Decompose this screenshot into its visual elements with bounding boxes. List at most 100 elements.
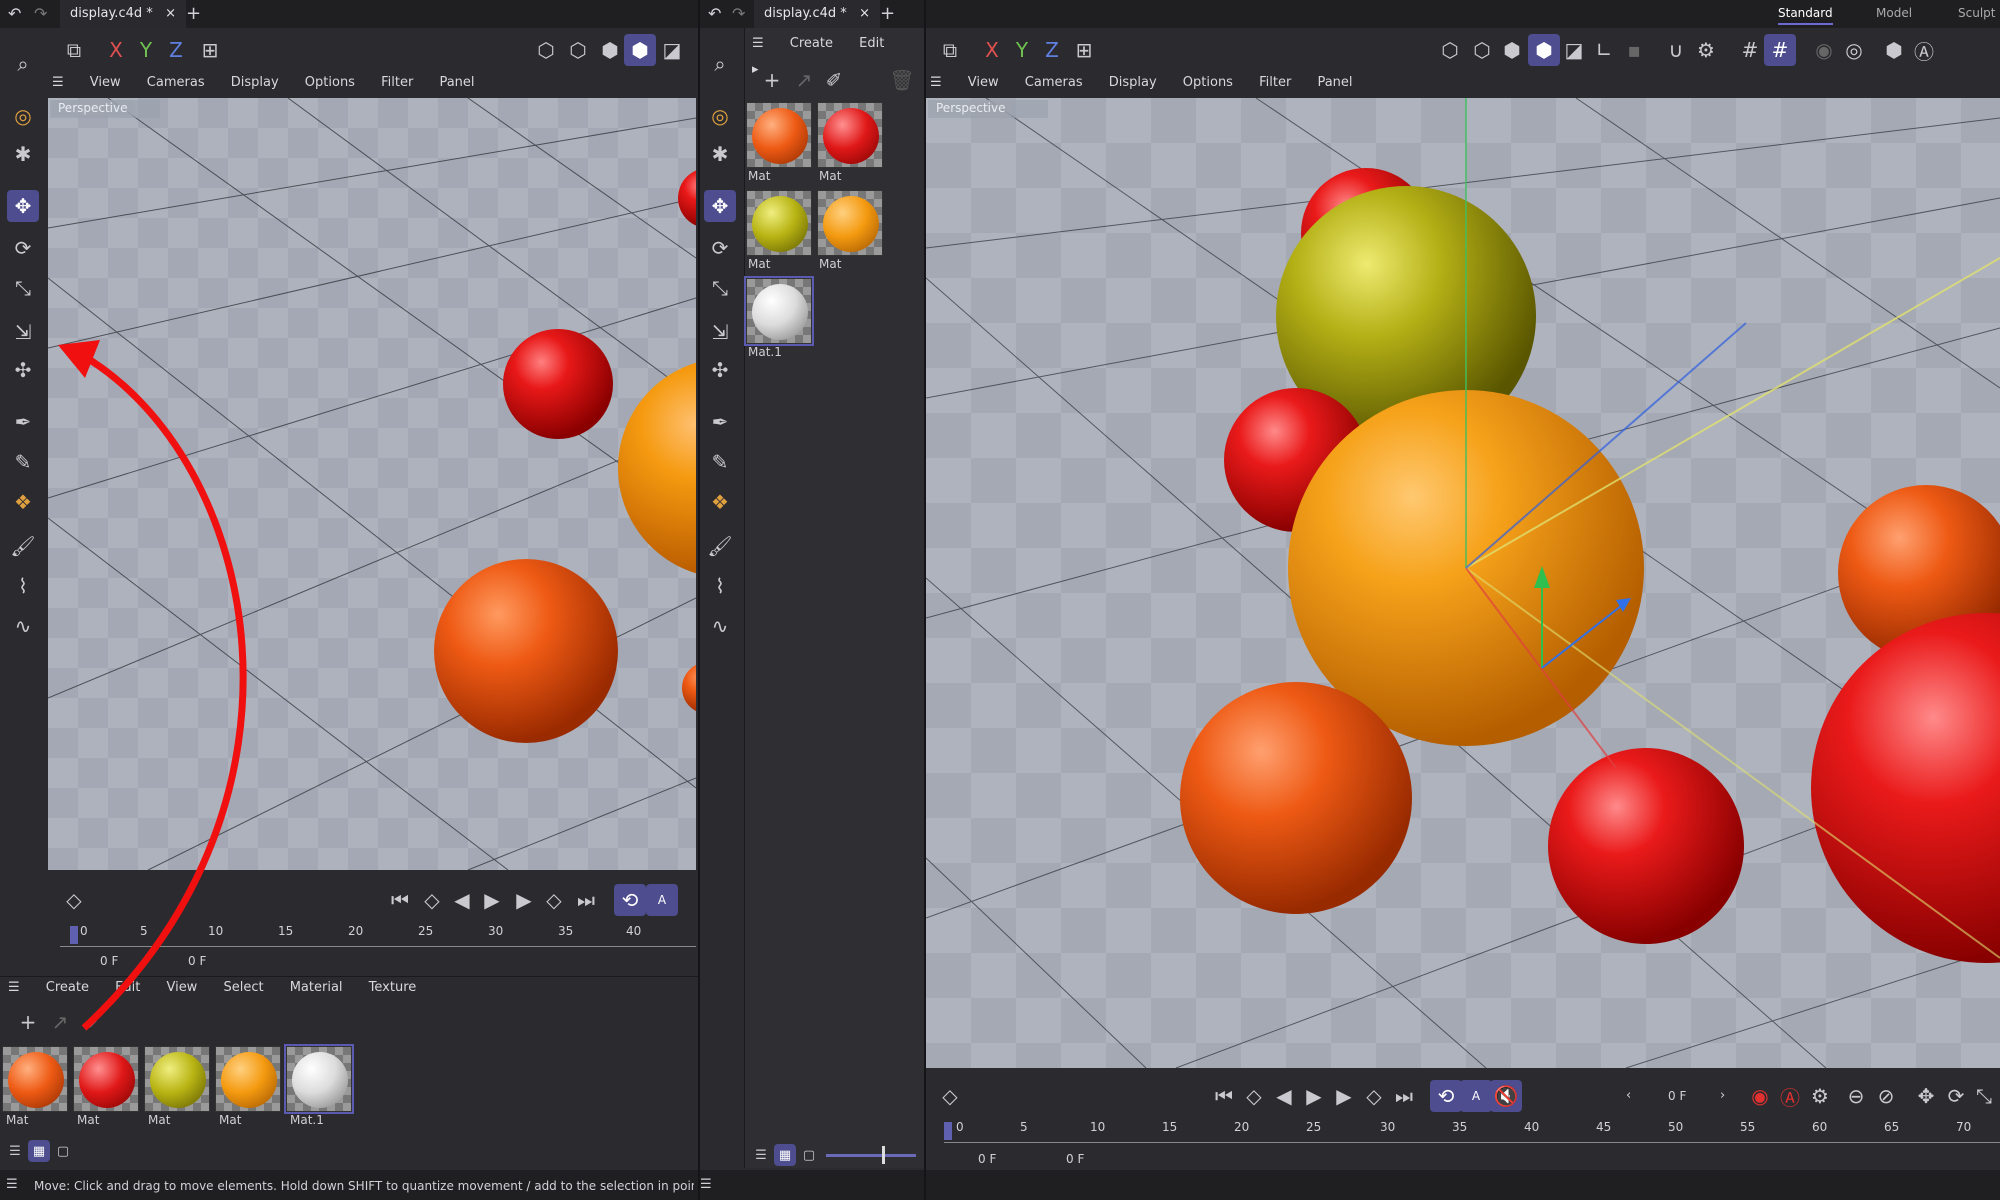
edge-mode-icon[interactable]: ⬡ (1466, 34, 1498, 66)
go-to-end-icon[interactable]: ⏭ (1388, 1080, 1420, 1112)
loop-icon[interactable]: ⟲ (1430, 1080, 1462, 1112)
sketch-icon[interactable]: ∿ (704, 610, 736, 642)
layout-tab-standard[interactable]: Standard (1778, 6, 1833, 25)
tick-label: 0 (956, 1120, 964, 1134)
scale-tool-icon[interactable]: ⤡ (704, 272, 736, 304)
texture-mode-icon[interactable]: ◪ (1558, 34, 1590, 66)
playhead[interactable] (944, 1122, 952, 1140)
arrow-icon[interactable]: ↗ (788, 64, 820, 96)
polygon-mode-icon[interactable]: ⬢ (1496, 34, 1528, 66)
next-key-icon[interactable]: ◇ (1358, 1080, 1390, 1112)
render-view-icon[interactable]: ⬢ (1878, 34, 1910, 66)
hamburger-icon[interactable]: ☰ (752, 36, 764, 51)
move-tool-icon[interactable]: ✥ (704, 190, 736, 222)
record-icon[interactable]: ◉ (1744, 1080, 1776, 1112)
undo-icon[interactable]: ↶ (708, 4, 721, 23)
solo-icon[interactable]: ▪ (1618, 34, 1650, 66)
next-frame-icon[interactable]: ▶ (1328, 1080, 1360, 1112)
layout-tab-sculpt[interactable]: Sculpt (1958, 6, 1995, 20)
max-frame-field[interactable]: 0 F (1066, 1152, 1084, 1166)
auto-key-icon[interactable]: A (1460, 1080, 1492, 1112)
play-icon[interactable]: ▶ (1298, 1080, 1330, 1112)
close-tab-icon[interactable]: × (859, 6, 870, 21)
large-view-icon[interactable]: ▢ (798, 1144, 820, 1166)
menu-filter[interactable]: Filter (1259, 75, 1291, 90)
snap-grid-icon[interactable]: # (1764, 34, 1796, 66)
camera-icon[interactable]: ⧉ (934, 34, 966, 66)
material-ball (752, 284, 808, 340)
render-picture-icon[interactable]: Ⓐ (1908, 34, 1940, 66)
material-swatch[interactable] (817, 102, 883, 168)
zoom-slider-handle[interactable] (882, 1146, 885, 1164)
add-icon[interactable]: + (756, 64, 788, 96)
prev-frame-icon[interactable]: ◀ (1268, 1080, 1300, 1112)
prev-key-icon[interactable]: ◇ (1238, 1080, 1270, 1112)
menu-display[interactable]: Display (1109, 75, 1157, 90)
coordinate-system-icon[interactable]: ⊞ (1068, 34, 1100, 66)
list-view-icon[interactable]: ☰ (750, 1144, 772, 1166)
axis-mode-icon[interactable]: ∟ (1588, 34, 1620, 66)
autokey-record-icon[interactable]: Ⓐ (1774, 1080, 1806, 1112)
right-viewport[interactable]: Perspective (926, 98, 2000, 1068)
menu-cameras[interactable]: Cameras (1025, 75, 1083, 90)
material-swatch[interactable] (817, 190, 883, 256)
point-mode-icon[interactable]: ⬡ (1434, 34, 1466, 66)
material-swatch[interactable] (746, 102, 812, 168)
knife-icon[interactable]: ⌇ (704, 570, 736, 602)
cubes-icon[interactable]: ❖ (704, 486, 736, 518)
tab-document[interactable]: display.c4d * × (754, 0, 881, 28)
brush-icon[interactable]: 🖌 (704, 530, 736, 562)
hamburger-icon[interactable]: ☰ (930, 75, 942, 90)
keyframe-icon[interactable]: ◇ (934, 1080, 966, 1112)
tick-label: 65 (1884, 1120, 1900, 1134)
add-tab-icon[interactable]: + (880, 3, 895, 24)
x-axis-button[interactable]: X (976, 34, 1008, 66)
menu-edit[interactable]: Edit (859, 36, 884, 51)
hamburger-icon[interactable]: ☰ (700, 1177, 712, 1192)
magnet-icon[interactable]: ∪ (1660, 34, 1692, 66)
material-swatch-selected[interactable] (744, 276, 814, 346)
right-titlebar (926, 0, 2000, 28)
live-selection-icon[interactable]: ◎ (704, 100, 736, 132)
menu-options[interactable]: Options (1183, 75, 1233, 90)
annotation-arrow (58, 340, 247, 1031)
lock-icon[interactable]: ⊖ (1840, 1080, 1872, 1112)
rotate-tool-icon[interactable]: ⟳ (704, 232, 736, 264)
material-swatch[interactable] (746, 190, 812, 256)
zoom-slider[interactable] (826, 1154, 916, 1157)
min-frame-field[interactable]: 0 F (978, 1152, 996, 1166)
trash-icon[interactable]: 🗑 (886, 64, 918, 96)
prev-arrow-icon[interactable]: ‹ (1626, 1088, 1631, 1103)
transfer-icon[interactable]: ⇲ (704, 316, 736, 348)
menu-view[interactable]: View (968, 75, 999, 90)
grid-view-icon[interactable]: ▦ (774, 1144, 796, 1166)
timing-icon[interactable]: ⊘ (1870, 1080, 1902, 1112)
grid-icon[interactable]: # (1734, 34, 1766, 66)
key-settings-icon[interactable]: ⚙ (1804, 1080, 1836, 1112)
current-frame-field[interactable]: 0 F (1668, 1089, 1686, 1103)
tick-label: 50 (1668, 1120, 1684, 1134)
tab-title: display.c4d * (764, 6, 847, 21)
model-mode-icon[interactable]: ⬢ (1528, 34, 1560, 66)
render-region-icon[interactable]: ◉ (1808, 34, 1840, 66)
menu-create[interactable]: Create (790, 36, 833, 51)
layout-tab-model[interactable]: Model (1876, 6, 1912, 20)
tweak-icon[interactable]: ✱ (704, 138, 736, 170)
redo-icon[interactable]: ↷ (732, 4, 745, 23)
spline-pen-icon[interactable]: ✎ (704, 446, 736, 478)
position-key-icon[interactable]: ✥ (1910, 1080, 1942, 1112)
render-settings-icon[interactable]: ◎ (1838, 34, 1870, 66)
eyedropper-icon[interactable]: ✐ (818, 64, 850, 96)
search-icon[interactable]: ⌕ (704, 48, 736, 80)
pen-icon[interactable]: ✒ (704, 406, 736, 438)
z-axis-button[interactable]: Z (1036, 34, 1068, 66)
scale-key-icon[interactable]: ⤡ (1968, 1080, 2000, 1112)
settings-icon[interactable]: ⚙ (1690, 34, 1722, 66)
menu-panel[interactable]: Panel (1317, 75, 1352, 90)
y-axis-button[interactable]: Y (1006, 34, 1038, 66)
mute-sound-icon[interactable]: 🔇 (1490, 1080, 1522, 1112)
snap-transform-icon[interactable]: ✣ (704, 354, 736, 386)
go-to-start-icon[interactable]: ⏮ (1208, 1080, 1240, 1112)
right-timeline-ruler[interactable]: 0 5 10 15 20 25 30 35 40 45 50 55 60 65 … (944, 1120, 2000, 1150)
next-arrow-icon[interactable]: › (1720, 1088, 1725, 1103)
